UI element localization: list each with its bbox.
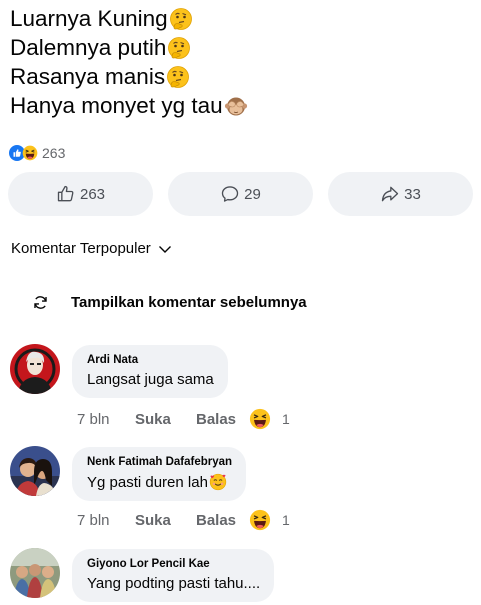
- comment-sort-dropdown[interactable]: Komentar Terpopuler: [11, 240, 172, 257]
- thinking-face-icon: [169, 7, 193, 31]
- like-count: 263: [79, 185, 106, 203]
- comment-reaction-count: 1: [282, 411, 290, 427]
- avatar[interactable]: [10, 548, 60, 598]
- share-icon: [381, 186, 399, 202]
- post-line-text: Hanya monyet yg tau: [10, 93, 223, 118]
- share-count: 33: [404, 185, 421, 203]
- comment-author[interactable]: Ardi Nata: [87, 354, 214, 366]
- thumbs-up-icon: [57, 185, 74, 202]
- post-line: Dalemnya putih: [10, 33, 470, 62]
- chevron-down-icon: [158, 245, 171, 253]
- post-line: Luarnya Kuning: [10, 4, 470, 33]
- refresh-icon: [34, 296, 47, 309]
- post-text: Luarnya Kuning Dalemnya putih Rasanya ma…: [10, 4, 470, 120]
- see-no-evil-monkey-icon: [224, 94, 248, 118]
- thinking-face-icon: [167, 36, 191, 60]
- comment-like-button[interactable]: Suka: [135, 512, 196, 529]
- comment-author[interactable]: Nenk Fatimah Dafafebryan: [87, 456, 232, 468]
- avatar[interactable]: [10, 446, 60, 496]
- comment-count: 29: [244, 185, 261, 203]
- smiling-face-with-hearts-icon: [209, 473, 227, 491]
- reaction-count: 263: [42, 145, 66, 161]
- comment-like-button[interactable]: Suka: [135, 411, 196, 428]
- haha-reaction-icon[interactable]: [249, 509, 271, 531]
- comment-meta: 7 bln Suka Balas 1: [77, 509, 290, 531]
- thinking-face-icon: [166, 65, 190, 89]
- comment-reply-button[interactable]: Balas: [196, 512, 248, 529]
- comment-bubble: Ardi Nata Langsat juga sama: [72, 345, 228, 398]
- haha-reaction-icon[interactable]: [249, 408, 271, 430]
- comment-button[interactable]: 29: [168, 172, 313, 216]
- post-line: Rasanya manis: [10, 62, 470, 91]
- comment-bubble: Giyono Lor Pencil Kae Yang podting pasti…: [72, 549, 275, 602]
- comment-text: Yang podting pasti tahu....: [87, 575, 261, 592]
- comment-reply-button[interactable]: Balas: [196, 411, 248, 428]
- comment-time[interactable]: 7 bln: [77, 512, 135, 529]
- comment-text-row: Yg pasti duren lah: [87, 473, 232, 491]
- comment-reaction-count: 1: [282, 512, 290, 528]
- comment-meta: 7 bln Suka Balas 1: [77, 408, 290, 430]
- post-line-text: Rasanya manis: [10, 64, 166, 89]
- comment-bubble: Nenk Fatimah Dafafebryan Yg pasti duren …: [72, 447, 247, 501]
- post-line-text: Luarnya Kuning: [10, 6, 168, 31]
- haha-reaction-icon: [22, 145, 38, 161]
- comment-text: Yg pasti duren lah: [87, 473, 208, 491]
- show-previous-comments-button[interactable]: Tampilkan komentar sebelumnya: [32, 294, 307, 311]
- avatar[interactable]: [10, 344, 60, 394]
- comment-icon: [221, 186, 239, 202]
- comment-time[interactable]: 7 bln: [77, 411, 135, 428]
- post-line-text: Dalemnya putih: [10, 35, 167, 60]
- comment-text: Langsat juga sama: [87, 371, 214, 388]
- reaction-summary[interactable]: 263: [9, 145, 65, 161]
- share-button[interactable]: 33: [328, 172, 473, 216]
- post-line: Hanya monyet yg tau: [10, 91, 470, 120]
- like-button[interactable]: 263: [8, 172, 153, 216]
- sort-label: Komentar Terpopuler: [11, 240, 151, 257]
- comment-author[interactable]: Giyono Lor Pencil Kae: [87, 558, 260, 570]
- show-previous-label: Tampilkan komentar sebelumnya: [71, 294, 307, 311]
